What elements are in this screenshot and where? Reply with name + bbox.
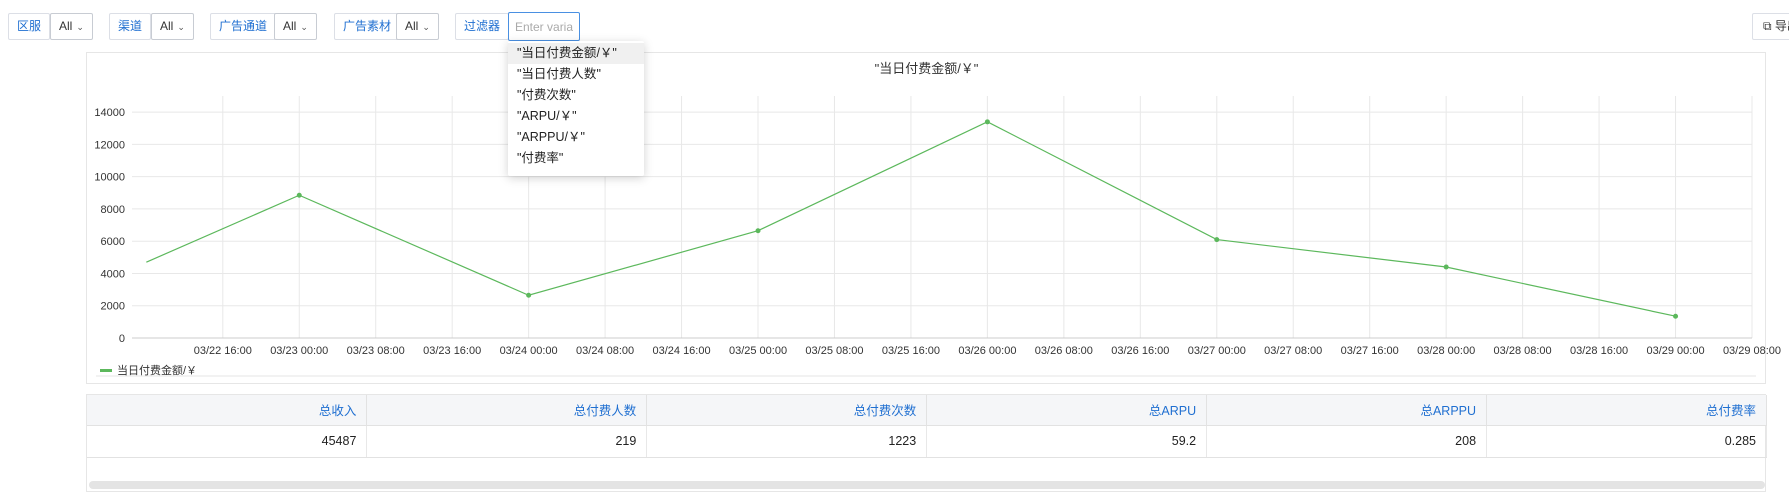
dropdown-item[interactable]: "付费次数"	[508, 85, 644, 106]
y-tick-label: 8000	[101, 204, 125, 216]
data-point	[296, 192, 302, 198]
x-tick-label: 03/26 08:00	[1035, 345, 1093, 357]
summary-table-panel: 总收入 总付费人数 总付费次数 总ARPU 总ARPPU 总付费率 45487 …	[86, 394, 1767, 492]
cell-total-payers: 219	[366, 425, 648, 458]
dropdown-item[interactable]: "当日付费人数"	[508, 64, 644, 85]
x-tick-label: 03/24 00:00	[500, 345, 558, 357]
data-point	[1214, 237, 1220, 243]
chart-legend[interactable]: 当日付费金额/￥	[100, 362, 197, 378]
y-tick-label: 14000	[94, 107, 125, 119]
x-tick-label: 03/23 08:00	[347, 345, 405, 357]
y-tick-label: 6000	[101, 236, 125, 248]
dropdown-item[interactable]: "ARPU/￥"	[508, 106, 644, 127]
data-point	[1443, 264, 1449, 270]
cell-total-arppu: 208	[1206, 425, 1488, 458]
variable-dropdown: "当日付费金额/￥" "当日付费人数" "付费次数" "ARPU/￥" "ARP…	[508, 41, 644, 176]
x-tick-label: 03/23 16:00	[423, 345, 481, 357]
dropdown-item[interactable]: "付费率"	[508, 148, 644, 169]
y-tick-label: 10000	[94, 172, 125, 184]
line-chart: 0 2000 4000 6000 8000 10000 12000 14000 03/22 16…	[94, 96, 1781, 377]
header-total-payments[interactable]: 总付费次数	[646, 395, 928, 426]
x-tick-label: 03/28 08:00	[1494, 345, 1552, 357]
x-tick-label: 03/25 00:00	[729, 345, 787, 357]
y-tick-label: 4000	[101, 268, 125, 280]
x-tick-label: 03/28 16:00	[1570, 345, 1628, 357]
x-tick-label: 03/29 08:00	[1723, 345, 1781, 357]
x-tick-label: 03/27 08:00	[1264, 345, 1322, 357]
dropdown-item[interactable]: "当日付费金额/￥"	[508, 43, 644, 64]
summary-table: 总收入 总付费人数 总付费次数 总ARPU 总ARPPU 总付费率 45487 …	[87, 395, 1767, 458]
cell-total-revenue: 45487	[87, 425, 368, 458]
x-tick-label: 03/27 00:00	[1188, 345, 1246, 357]
header-total-arpu[interactable]: 总ARPU	[926, 395, 1208, 426]
header-total-arppu[interactable]: 总ARPPU	[1206, 395, 1488, 426]
legend-label: 当日付费金额/￥	[117, 365, 198, 377]
x-tick-label: 03/27 16:00	[1341, 345, 1399, 357]
x-tick-label: 03/24 16:00	[652, 345, 710, 357]
header-total-payers[interactable]: 总付费人数	[366, 395, 648, 426]
x-tick-label: 03/22 16:00	[194, 345, 252, 357]
data-point	[526, 292, 532, 298]
horizontal-scrollbar[interactable]	[89, 481, 1765, 489]
data-point	[755, 228, 761, 234]
header-total-revenue[interactable]: 总收入	[87, 395, 368, 426]
legend-swatch	[100, 368, 112, 372]
header-total-pay-rate[interactable]: 总付费率	[1486, 395, 1767, 426]
y-tick-label: 12000	[94, 139, 125, 151]
table-header-row: 总收入 总付费人数 总付费次数 总ARPU 总ARPPU 总付费率	[87, 395, 1767, 426]
dropdown-item[interactable]: "ARPPU/￥"	[508, 127, 644, 148]
table-row: 45487 219 1223 59.2 208 0.285	[87, 425, 1767, 458]
y-tick-label: 2000	[101, 301, 125, 313]
data-point	[984, 119, 990, 125]
x-tick-label: 03/29 00:00	[1646, 345, 1704, 357]
x-tick-label: 03/26 16:00	[1111, 345, 1169, 357]
data-point	[1673, 313, 1679, 319]
cell-total-arpu: 59.2	[926, 425, 1208, 458]
x-tick-label: 03/25 08:00	[805, 345, 863, 357]
cell-total-pay-rate: 0.285	[1486, 425, 1767, 458]
x-tick-label: 03/26 00:00	[958, 345, 1016, 357]
x-tick-label: 03/28 00:00	[1417, 345, 1475, 357]
x-tick-label: 03/24 08:00	[576, 345, 634, 357]
y-tick-label: 0	[119, 333, 125, 345]
x-tick-label: 03/23 00:00	[270, 345, 328, 357]
x-tick-label: 03/25 16:00	[882, 345, 940, 357]
cell-total-payments: 1223	[646, 425, 928, 458]
